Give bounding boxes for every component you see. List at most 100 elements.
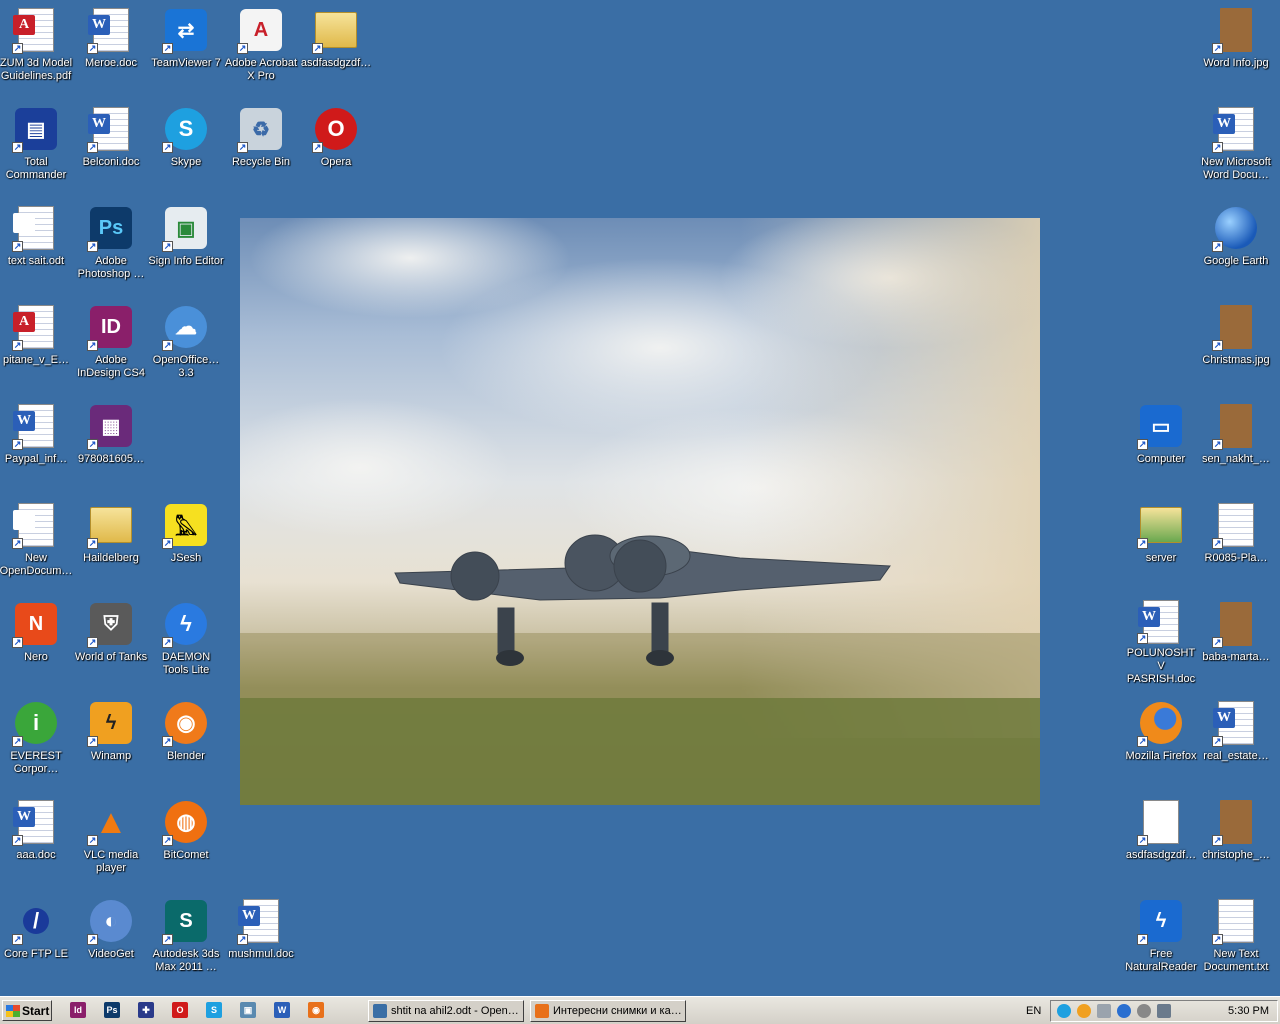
desktop-icon[interactable]: ϟ ↗ Free NaturalReader (1123, 891, 1199, 983)
vlc-icon: ▲ ↗ (87, 802, 128, 846)
desktop-icon[interactable]: ♻ ↗ Recycle Bin (223, 99, 299, 191)
opera-icon[interactable]: O (172, 1002, 188, 1018)
skype-tray-icon[interactable] (1057, 1004, 1071, 1018)
desktop-icon[interactable]: ↗ text sait.odt (0, 198, 74, 290)
nero-icon: N ↗ (12, 600, 60, 648)
desktop-icon[interactable]: ▲ ↗ VLC media player (73, 792, 149, 884)
clock[interactable]: 5:30 PM (1228, 1005, 1269, 1017)
naturalreader-icon: ϟ ↗ (1137, 897, 1185, 945)
desktop-icon[interactable]: ↗ Word Info.jpg (1198, 0, 1274, 92)
desktop-icon[interactable]: S ↗ Skype (148, 99, 224, 191)
desktop-icon[interactable]: ↗ Christmas.jpg (1198, 297, 1274, 389)
winamp-tray-icon[interactable] (1077, 1004, 1091, 1018)
word-doc-icon: W ↗ (12, 798, 60, 846)
desktop-icon[interactable]: A ↗ ZUM 3d Model Guidelines.pdf (0, 0, 74, 92)
taskbar-button[interactable]: shtit na ahil2.odt - Open… (368, 1000, 524, 1022)
daemon-tray-icon[interactable] (1117, 1004, 1131, 1018)
desktop-icon-label: text sait.odt (7, 255, 65, 267)
desktop-icon[interactable]: ↗ Google Earth (1198, 198, 1274, 290)
desktop-icon[interactable]: ↗ sen_nakht_… (1198, 396, 1274, 488)
desktop-icon[interactable]: 𓅓 ↗ JSesh (148, 495, 224, 587)
desktop-icon[interactable]: ▤ ↗ Total Commander (0, 99, 74, 191)
desktop-icon-label: POLUNOSHT V PASRISH.doc (1126, 647, 1196, 685)
desktop: A ↗ ZUM 3d Model Guidelines.pdf W ↗ Meroe.doc… (0, 0, 1280, 996)
desktop-icon[interactable]: ↗ New OpenDocum… (0, 495, 74, 587)
windows-logo-icon (6, 1004, 20, 1017)
desktop-icon[interactable]: ⛨ ↗ World of Tanks (73, 594, 149, 686)
desktop-icon[interactable]: S ↗ Autodesk 3ds Max 2011 … (148, 891, 224, 983)
volume-tray-icon[interactable] (1137, 1004, 1151, 1018)
shortcut-arrow-icon: ↗ (87, 637, 98, 648)
desktop-icon[interactable]: W ↗ aaa.doc (0, 792, 74, 884)
desktop-icon[interactable]: ↗ asdfasdgzdf… (298, 0, 374, 92)
desktop-icon[interactable]: W ↗ mushmul.doc (223, 891, 299, 983)
photoshop-icon[interactable]: Ps (104, 1002, 120, 1018)
desktop-icon[interactable]: W ↗ Paypal_inf… (0, 396, 74, 488)
desktop-icon[interactable]: ◍ ↗ BitComet (148, 792, 224, 884)
desktop-icon[interactable]: / ↗ Core FTP LE (0, 891, 74, 983)
indesign-icon[interactable]: Id (70, 1002, 86, 1018)
shortcut-arrow-icon: ↗ (312, 142, 323, 153)
shortcut-arrow-icon: ↗ (1137, 439, 1148, 450)
shortcut-arrow-icon: ↗ (162, 637, 173, 648)
start-button[interactable]: Start (2, 1000, 52, 1021)
desktop-icon[interactable]: ↗ server (1123, 495, 1199, 587)
desktop-icon-label: Adobe Photoshop … (77, 255, 145, 280)
desktop-icon[interactable]: ↗ baba-marta… (1198, 594, 1274, 686)
desktop-icon[interactable]: W ↗ real_estate… (1198, 693, 1274, 785)
word-doc-icon: W ↗ (1137, 600, 1185, 644)
desktop-icon[interactable]: ϟ ↗ Winamp (73, 693, 149, 785)
language-indicator[interactable]: EN (1026, 1005, 1041, 1017)
firefox-html-icon: ↗ (1137, 798, 1185, 846)
sign-editor-icon[interactable]: ▣ (240, 1002, 256, 1018)
desktop-icon[interactable]: A ↗ pitane_v_E… (0, 297, 74, 389)
desktop-icon[interactable]: ↗ christophe_… (1198, 792, 1274, 884)
network-tray-icon[interactable] (1157, 1004, 1171, 1018)
desktop-icon[interactable]: ▣ ↗ Sign Info Editor (148, 198, 224, 290)
desktop-icon[interactable]: W ↗ POLUNOSHT V PASRISH.doc (1123, 594, 1199, 686)
shortcut-arrow-icon: ↗ (1212, 43, 1223, 54)
desktop-icon[interactable]: N ↗ Nero (0, 594, 74, 686)
word-doc-icon: W ↗ (1212, 105, 1260, 153)
uk-flag-icon[interactable]: ✚ (138, 1002, 154, 1018)
desktop-icon[interactable]: ↗ Mozilla Firefox (1123, 693, 1199, 785)
desktop-icon[interactable]: ▦ ↗ 978081605… (73, 396, 149, 488)
taskbar-button[interactable]: Интересни снимки и ка… (530, 1000, 686, 1022)
desktop-icon-label: Recycle Bin (231, 156, 291, 168)
desktop-icon[interactable]: i ↗ EVEREST Corpor… (0, 693, 74, 785)
desktop-icon-label: JSesh (170, 552, 202, 564)
word-doc-icon: W ↗ (237, 897, 285, 945)
desktop-icon[interactable]: ☁ ↗ OpenOffice… 3.3 (148, 297, 224, 389)
desktop-icon[interactable]: A ↗ Adobe Acrobat X Pro (223, 0, 299, 92)
desktop-icon[interactable]: ▭ ↗ Computer (1123, 396, 1199, 488)
desktop-icon[interactable]: O ↗ Opera (298, 99, 374, 191)
shortcut-arrow-icon: ↗ (12, 241, 23, 252)
desktop-icon[interactable]: ID ↗ Adobe InDesign CS4 (73, 297, 149, 389)
desktop-icon-label: Blender (167, 750, 205, 762)
desktop-icon[interactable]: ↗ R0085-Pla… (1198, 495, 1274, 587)
desktop-icon[interactable]: ◉ ↗ Blender (148, 693, 224, 785)
desktop-icon[interactable]: W ↗ Meroe.doc (73, 0, 149, 92)
desktop-icon-label: Mozilla Firefox (1125, 750, 1197, 762)
desktop-icon[interactable]: ↗ New Text Document.txt (1198, 891, 1274, 983)
desktop-icon[interactable]: Ps ↗ Adobe Photoshop … (73, 198, 149, 290)
opera-icon: O ↗ (312, 105, 360, 153)
desktop-icon[interactable]: ↗ asdfasdgzdf… (1123, 792, 1199, 884)
word-icon[interactable]: W (274, 1002, 290, 1018)
firefox-icon[interactable]: ◉ (308, 1002, 324, 1018)
desktop-icon[interactable]: ↗ Haildelberg (73, 495, 149, 587)
desktop-icon[interactable]: ϟ ↗ DAEMON Tools Lite (148, 594, 224, 686)
skype-icon[interactable]: S (206, 1002, 222, 1018)
shortcut-arrow-icon: ↗ (1212, 241, 1223, 252)
desktop-icon[interactable]: W ↗ Belconi.doc (73, 99, 149, 191)
desktop-icon[interactable]: ⇄ ↗ TeamViewer 7 (148, 0, 224, 92)
taskbar-button-label: Интересни снимки и ка… (553, 1005, 682, 1017)
word-doc-icon: W ↗ (87, 6, 135, 54)
desktop-icon[interactable]: ◐ ↗ VideoGet (73, 891, 149, 983)
desktop-icon[interactable]: W ↗ New Microsoft Word Docu… (1198, 99, 1274, 191)
pdf-icon: A ↗ (12, 6, 60, 54)
image-file-icon: ↗ (1212, 303, 1260, 351)
shortcut-arrow-icon: ↗ (87, 538, 98, 549)
desktop-icon-label: Total Commander (5, 156, 67, 181)
flag-tray-icon[interactable] (1097, 1004, 1111, 1018)
